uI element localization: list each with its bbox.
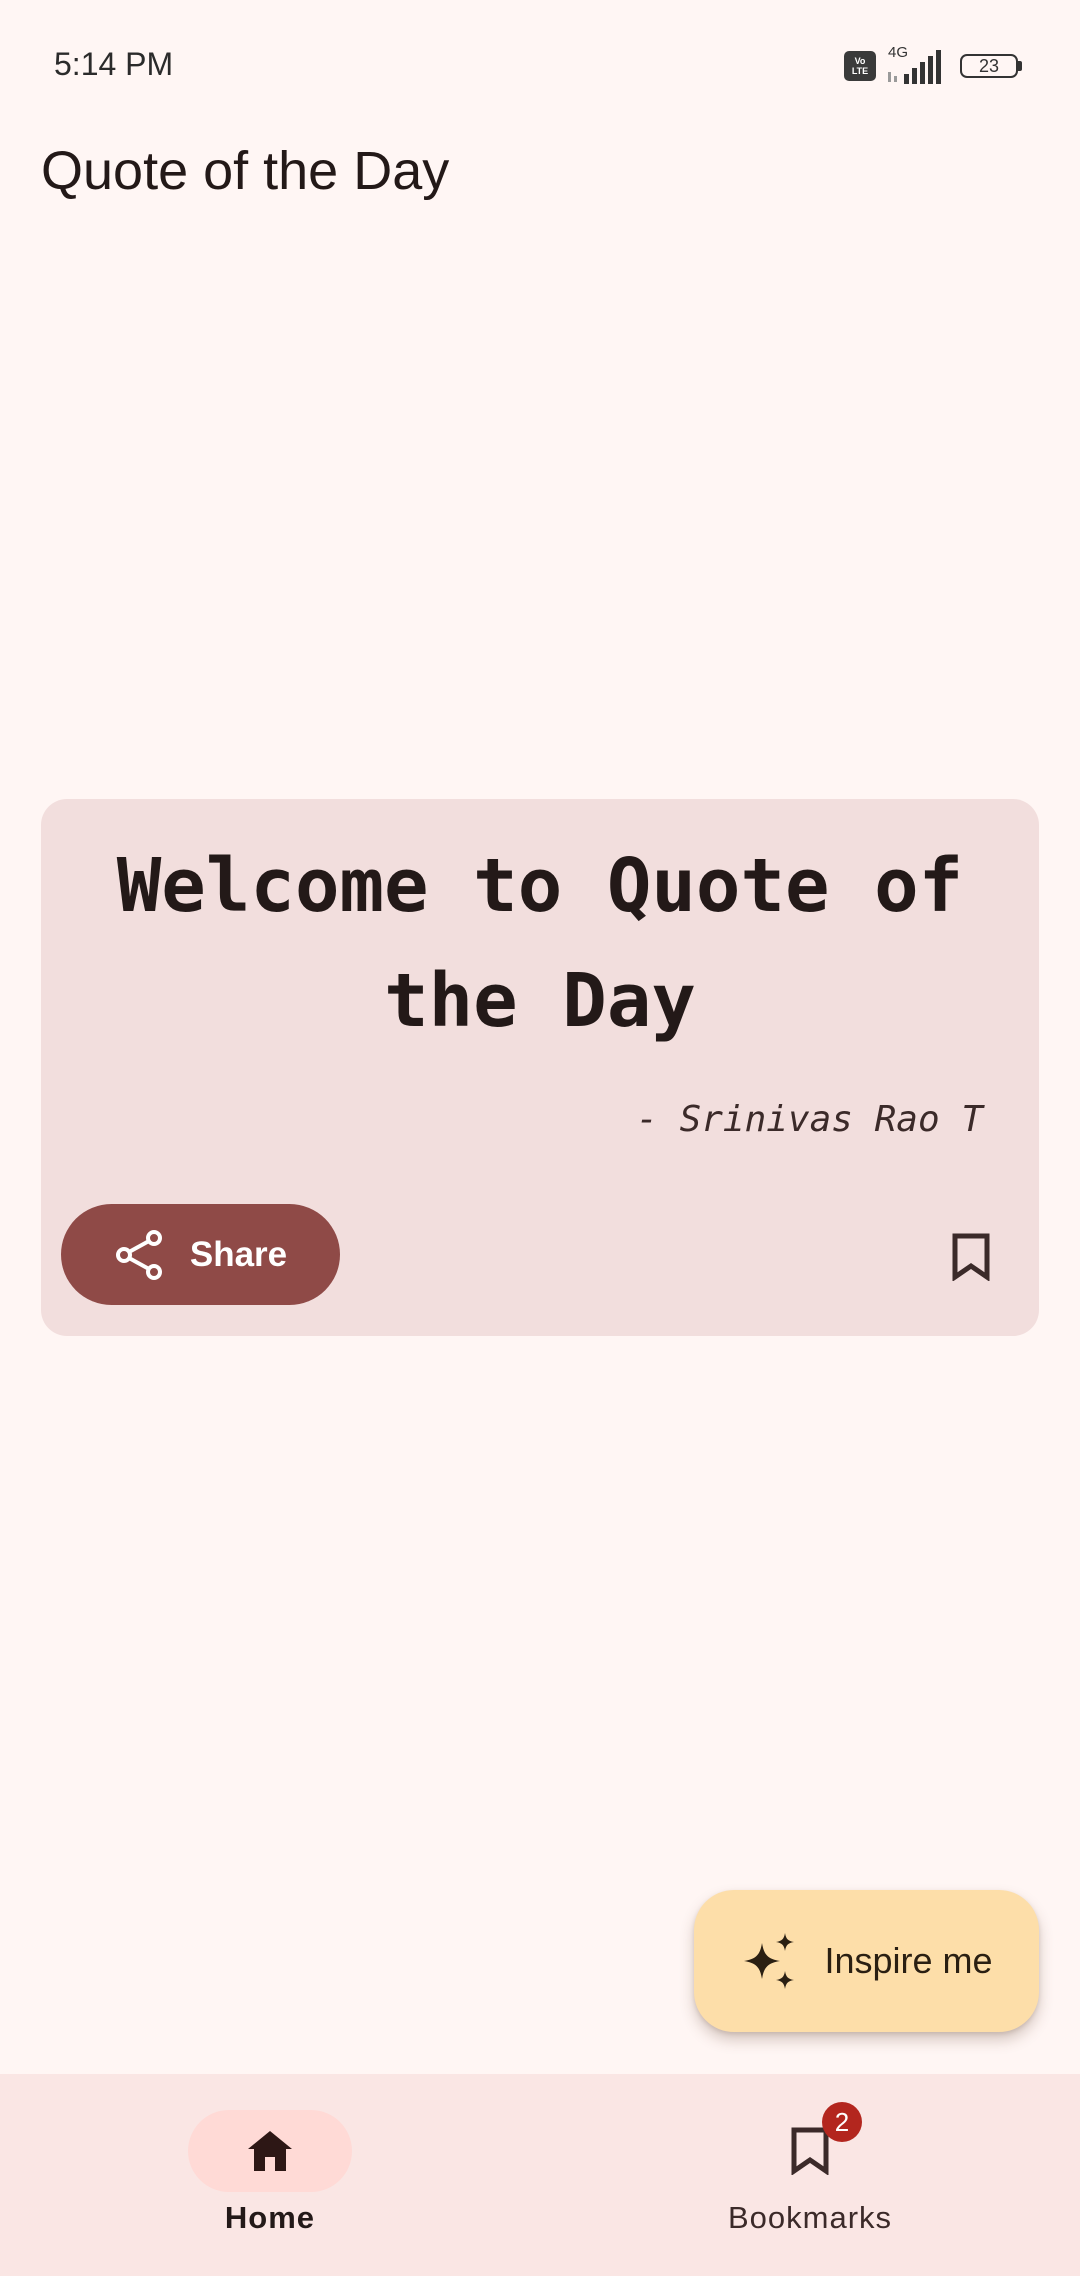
- bookmarks-count-badge: 2: [822, 2102, 862, 2142]
- nav-home-indicator: [188, 2110, 352, 2192]
- nav-label-bookmarks: Bookmarks: [727, 2200, 893, 2235]
- bookmark-icon: [791, 2127, 829, 2175]
- bottom-nav: Home 2 Bookmarks: [0, 2074, 1080, 2276]
- battery-level: 23: [960, 54, 1018, 78]
- inspire-me-button[interactable]: Inspire me: [694, 1890, 1039, 2032]
- nav-bookmarks-indicator: 2: [728, 2102, 892, 2192]
- status-time: 5:14 PM: [54, 46, 174, 82]
- share-button[interactable]: Share: [61, 1204, 340, 1305]
- nav-item-bookmarks[interactable]: 2 Bookmarks: [660, 2102, 960, 2236]
- battery-tip: [1018, 61, 1022, 71]
- battery-icon: 23: [960, 54, 1022, 78]
- volte-icon: Vo LTE: [844, 51, 876, 81]
- status-icons: Vo LTE 4G 23: [844, 44, 1022, 86]
- nav-label-home: Home: [224, 2200, 316, 2235]
- nav-item-home[interactable]: Home: [120, 2110, 420, 2236]
- inspire-me-label: Inspire me: [824, 1940, 993, 1981]
- share-icon: [115, 1229, 162, 1280]
- status-bar: 5:14 PM Vo LTE 4G 23: [0, 0, 1080, 130]
- quote-card: Welcome to Quote of the Day - Srinivas R…: [41, 799, 1039, 1336]
- share-label: Share: [189, 1234, 288, 1274]
- bookmark-button[interactable]: [943, 1229, 999, 1285]
- quote-author: - Srinivas Rao T: [636, 1099, 983, 1140]
- signal-icon: 4G: [886, 44, 950, 86]
- volte-top-text: Vo: [854, 56, 866, 66]
- sparkle-icon: [744, 1933, 795, 1989]
- volte-bottom-text: LTE: [851, 66, 869, 76]
- page-title: Quote of the Day: [41, 141, 450, 201]
- quote-text: Welcome to Quote of the Day: [116, 843, 964, 1044]
- bookmark-outline-icon: [952, 1233, 990, 1281]
- home-icon: [248, 2131, 292, 2171]
- network-type: 4G: [888, 44, 909, 61]
